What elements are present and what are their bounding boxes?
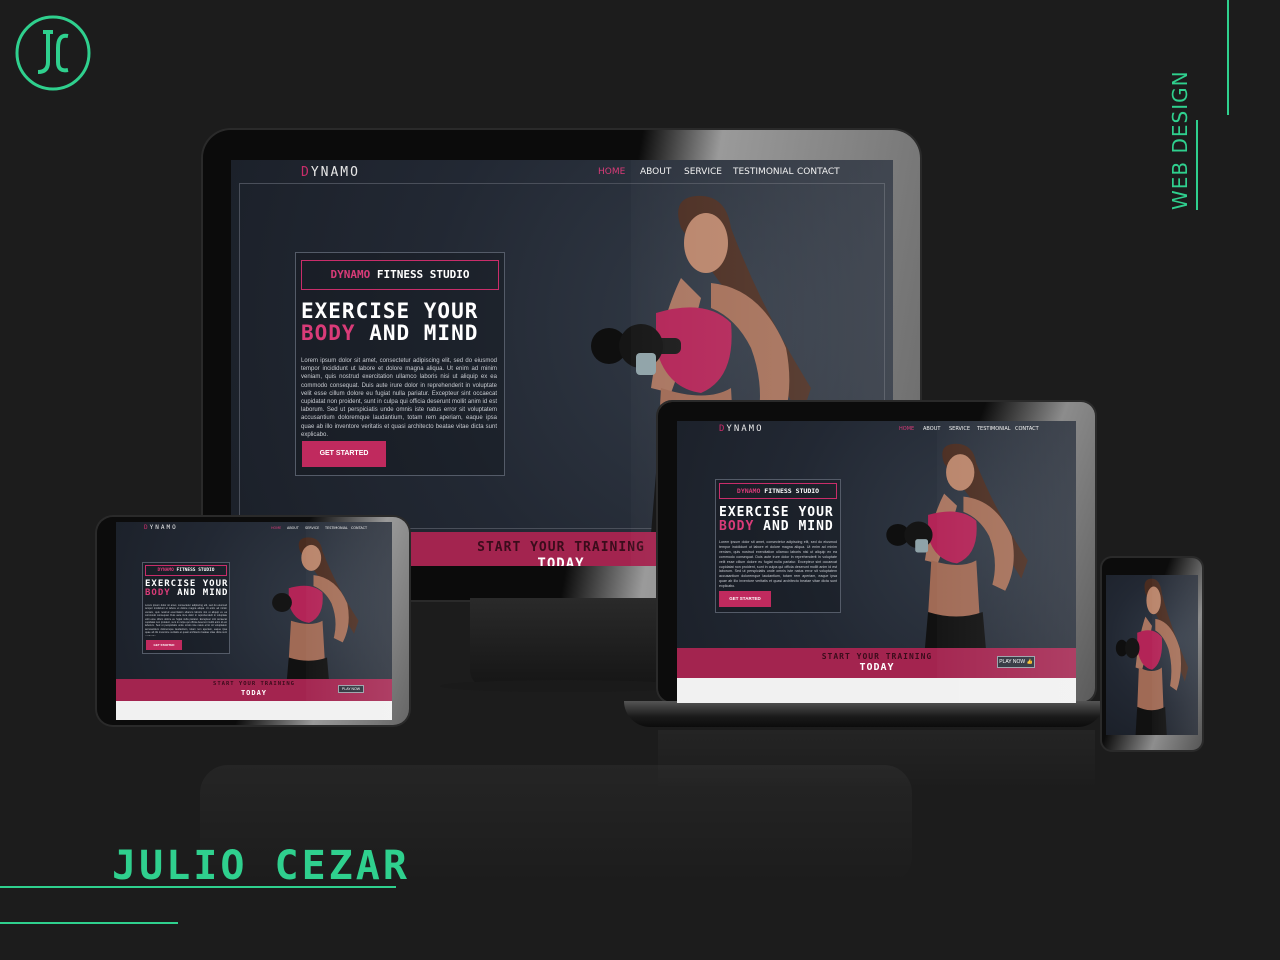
headline-and-mind: AND MIND	[355, 321, 479, 346]
headline-body: BODY	[719, 518, 755, 534]
nav-contact[interactable]: CONTACT	[1015, 426, 1045, 432]
hero-paragraph: Lorem ipsum dolor sit amet, consectetur …	[719, 540, 837, 588]
tablet-screen: DYNAMO HOME ABOUT SERVICE TESTIMONIAL CO…	[116, 522, 392, 720]
headline-and-mind: AND MIND	[170, 588, 229, 599]
headline-line1: EXERCISE YOUR	[301, 299, 479, 323]
training-band: START YOUR TRAINING TODAY PLAY NOW 👍	[677, 648, 1076, 678]
nav-home[interactable]: HOME	[271, 526, 287, 530]
band-start-training: START YOUR TRAINING	[477, 540, 645, 555]
studio-tag: DYNAMO FITNESS STUDIO	[719, 483, 837, 499]
training-band: START YOUR TRAINING TODAY PLAY NOW	[116, 679, 392, 701]
logo-rest: YNAMO	[726, 424, 764, 434]
laptop-reflection	[658, 730, 1095, 790]
web-design-label: WEB DESIGN	[1168, 70, 1198, 210]
logo-d: D	[301, 165, 311, 180]
band-today: TODAY	[240, 689, 268, 697]
band-today: TODAY	[537, 556, 585, 566]
nav-about[interactable]: ABOUT	[640, 167, 684, 177]
nav-home[interactable]: HOME	[899, 426, 923, 432]
hero-paragraph: Lorem ipsum dolor sit amet, consectetur …	[301, 358, 497, 438]
play-now-button[interactable]: PLAY NOW	[338, 685, 364, 693]
nav-about[interactable]: ABOUT	[923, 426, 949, 432]
play-now-label: PLAY NOW	[999, 659, 1026, 665]
designer-monogram-logo	[15, 15, 91, 91]
name-underline-short	[0, 922, 178, 924]
monitor-stand	[470, 598, 660, 688]
site-logo[interactable]: DYNAMO	[719, 424, 764, 434]
nav-contact[interactable]: CONTACT	[797, 167, 847, 177]
website-laptop: DYNAMO HOME ABOUT SERVICE TESTIMONIAL CO…	[677, 421, 1076, 703]
band-start-training: START YOUR TRAINING	[821, 652, 933, 661]
site-nav: HOME ABOUT SERVICE TESTIMONIAL CONTACT	[271, 526, 373, 530]
nav-service[interactable]: SERVICE	[305, 526, 325, 530]
site-logo[interactable]: DYNAMO	[144, 524, 178, 531]
headline-and-mind: AND MIND	[754, 518, 834, 534]
tag-brand: DYNAMO	[157, 568, 174, 573]
nav-contact[interactable]: CONTACT	[351, 526, 373, 530]
nav-about[interactable]: ABOUT	[287, 526, 305, 530]
get-started-button[interactable]: GET STARTED	[302, 441, 386, 467]
fitness-model-figure	[886, 443, 1028, 649]
fitness-model-photo	[867, 439, 1047, 649]
laptop-base	[624, 701, 1104, 727]
tag-rest: FITNESS STUDIO	[760, 487, 820, 495]
nav-testimonial[interactable]: TESTIMONIAL	[325, 526, 351, 530]
monitor-stand-base	[440, 680, 690, 692]
nav-testimonial[interactable]: TESTIMONIAL	[977, 426, 1015, 432]
tag-brand: DYNAMO	[330, 268, 371, 281]
hero-paragraph: Lorem ipsum dolor sit amet, consectetur …	[145, 604, 227, 636]
fitness-model-figure	[272, 537, 359, 684]
hero-headline: EXERCISE YOUR BODY AND MIND	[301, 300, 501, 344]
nav-testimonial[interactable]: TESTIMONIAL	[733, 167, 797, 177]
lower-section	[116, 701, 392, 720]
tag-rest: FITNESS STUDIO	[370, 268, 470, 281]
site-nav: HOME ABOUT SERVICE TESTIMONIAL CONTACT	[598, 167, 847, 177]
designer-name: JULIO CEZAR	[112, 843, 410, 889]
fitness-model-figure	[1115, 578, 1189, 735]
band-today: TODAY	[859, 662, 895, 673]
headline-line1: EXERCISE YOUR	[719, 505, 834, 520]
hero-headline: EXERCISE YOUR BODY AND MIND	[145, 579, 231, 599]
get-started-button[interactable]: GET STARTED	[146, 640, 182, 650]
tag-rest: FITNESS STUDIO	[173, 568, 215, 573]
thumbs-up-icon: 👍	[1026, 659, 1033, 665]
tag-brand: DYNAMO	[736, 487, 761, 495]
nav-home[interactable]: HOME	[598, 167, 640, 177]
phone-screen	[1106, 575, 1198, 735]
logo-rest: YNAMO	[149, 524, 178, 531]
site-nav: HOME ABOUT SERVICE TESTIMONIAL CONTACT	[899, 426, 1045, 432]
play-now-label: PLAY NOW	[341, 687, 361, 691]
studio-tag: DYNAMO FITNESS STUDIO	[301, 260, 499, 290]
hero-headline: EXERCISE YOUR BODY AND MIND	[719, 506, 843, 533]
side-accent-line	[1227, 0, 1229, 115]
fitness-model-photo	[246, 534, 372, 684]
laptop-screen: DYNAMO HOME ABOUT SERVICE TESTIMONIAL CO…	[677, 421, 1076, 703]
get-started-button[interactable]: GET STARTED	[719, 591, 771, 607]
website-phone	[1106, 575, 1198, 735]
play-now-button[interactable]: PLAY NOW 👍	[997, 656, 1035, 668]
headline-body: BODY	[145, 588, 171, 599]
lower-section	[677, 678, 1076, 703]
name-underline	[0, 886, 396, 888]
nav-service[interactable]: SERVICE	[949, 426, 977, 432]
studio-tag: DYNAMO FITNESS STUDIO	[145, 565, 227, 576]
nav-service[interactable]: SERVICE	[684, 167, 733, 177]
site-logo[interactable]: DYNAMO	[301, 165, 360, 180]
logo-rest: YNAMO	[310, 165, 360, 180]
website-tablet: DYNAMO HOME ABOUT SERVICE TESTIMONIAL CO…	[116, 522, 392, 720]
band-start-training: START YOUR TRAINING	[213, 681, 295, 687]
headline-body: BODY	[301, 321, 356, 346]
